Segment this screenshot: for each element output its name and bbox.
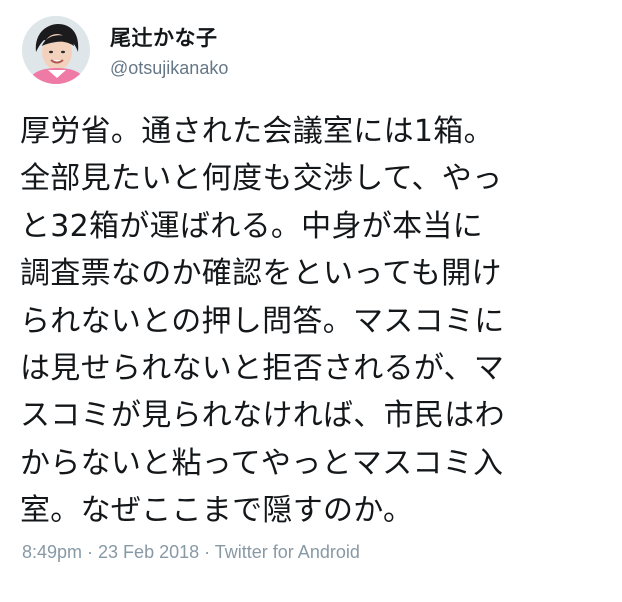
tweet-timestamp[interactable]: 8:49pm · 23 Feb 2018 · Twitter for Andro… (22, 542, 360, 563)
tweet-text-line: 室。なぜここまで隠すのか。 (20, 493, 414, 529)
tweet-text-line: スコミが見られなければ、市民はわ (20, 398, 505, 434)
tweet-text-line: からないと粘ってやっとマスコミ入 (20, 445, 504, 481)
tweet-card: 尾辻かな子 @otsujikanako 厚労省。通された会議室には1箱。 全部見… (0, 0, 622, 602)
avatar[interactable] (22, 16, 90, 84)
tweet-text-line: 全部見たいと何度も交渉して、やっ (20, 161, 503, 197)
tweet-text-line: 厚労省。通された会議室には1箱。 (20, 114, 494, 149)
tweet-text-line: と32箱が運ばれる。中身が本当に (20, 208, 483, 244)
profile-photo-icon (22, 16, 90, 84)
tweet-text-line: 調査票なのか確認をといっても開け (20, 256, 502, 292)
tweet-text-line: られないとの押し問答。マスコミに (20, 303, 505, 339)
tweet-text: 厚労省。通された会議室には1箱。 全部見たいと何度も交渉して、やっ と32箱が運… (20, 108, 610, 535)
user-handle[interactable]: @otsujikanako (110, 58, 228, 79)
display-name[interactable]: 尾辻かな子 (110, 22, 218, 52)
tweet-text-line: は見せられないと拒否されるが、マ (20, 351, 505, 387)
